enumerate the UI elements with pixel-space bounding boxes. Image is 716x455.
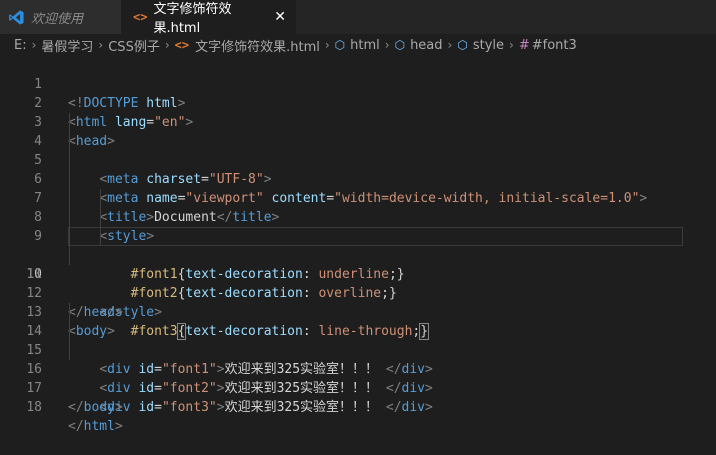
indent-guide xyxy=(69,322,70,341)
breadcrumb-node[interactable]: #font3 xyxy=(532,38,577,53)
indent-guide xyxy=(69,151,70,170)
tab-bar: 欢迎使用 <> 文字修饰符效果.html ✕ xyxy=(0,0,716,36)
code-line: 6 <title>Document</title> xyxy=(0,151,716,225)
code-line: 8 #font1{text-decoration: underline;} xyxy=(0,189,716,282)
tab-welcome[interactable]: 欢迎使用 xyxy=(0,0,121,34)
code-line: 14 <div id="font1">欢迎来到325实验室！！！ </div> xyxy=(0,303,716,377)
code-line: 18 </html> xyxy=(0,379,716,434)
indent-guide xyxy=(69,113,70,132)
symbol-cube-icon: ⬡ xyxy=(334,38,346,52)
code-line: 12 </head> xyxy=(0,265,716,320)
indent-guide xyxy=(100,227,101,246)
token: > xyxy=(216,400,225,415)
code-line: 1 <!DOCTYPE html> xyxy=(0,56,716,111)
indent-guide xyxy=(69,227,70,246)
code-line-current: 10 #font3{text-decoration: line-through;… xyxy=(0,227,716,340)
token: = xyxy=(154,400,162,415)
indent-guide xyxy=(100,208,101,227)
tab-label: 文字修饰符效果.html xyxy=(153,2,232,36)
chevron-right-icon: › xyxy=(509,38,514,52)
code-line: 3 <head> xyxy=(0,94,716,149)
html-file-icon: <> xyxy=(133,10,148,24)
current-line-highlight xyxy=(68,227,683,246)
token: </ xyxy=(385,400,402,415)
line-content: </html> xyxy=(68,417,123,436)
indent-guide xyxy=(69,132,70,151)
token: </ xyxy=(68,400,84,415)
breadcrumb-folder[interactable]: CSS例子 xyxy=(108,36,160,55)
token: > xyxy=(425,400,433,415)
code-line: 11 </style> xyxy=(0,246,716,320)
chevron-right-icon: › xyxy=(384,38,390,52)
chevron-right-icon: › xyxy=(31,38,37,52)
breadcrumb-node[interactable]: html xyxy=(350,38,380,53)
chevron-right-icon: › xyxy=(324,38,330,52)
token: > xyxy=(114,400,123,415)
token: 欢迎来到325实验室！！！ xyxy=(224,400,379,415)
chevron-right-icon: › xyxy=(98,38,104,52)
html-file-icon: <> xyxy=(174,38,190,52)
tab-label: 欢迎使用 xyxy=(31,11,84,27)
code-line: 13 <body> xyxy=(0,284,716,339)
line-number: 18 xyxy=(26,400,42,415)
token: "font3" xyxy=(161,400,217,415)
symbol-cube-icon: ⬡ xyxy=(457,38,468,52)
indent-guide xyxy=(69,303,70,322)
breadcrumb-file[interactable]: 文字修饰符效果.html xyxy=(195,36,320,55)
code-line: 4 <meta charset="UTF-8"> xyxy=(0,113,716,187)
token: body xyxy=(83,400,115,415)
token: id xyxy=(138,400,155,415)
token: div xyxy=(401,400,426,415)
indent-guide xyxy=(69,246,70,265)
tab-html-file[interactable]: <> 文字修饰符效果.html ✕ xyxy=(121,0,296,36)
token: </ xyxy=(68,419,84,434)
indent-guide xyxy=(69,208,70,227)
symbol-cube-icon: ⬡ xyxy=(394,38,406,52)
code-line: 2 <html lang="en"> xyxy=(0,75,716,130)
line-content: </body> xyxy=(68,398,123,417)
vscode-icon xyxy=(9,9,24,25)
breadcrumb-drive[interactable]: E: xyxy=(14,38,27,53)
chevron-right-icon: › xyxy=(447,38,453,52)
indent-guide xyxy=(69,170,70,189)
indent-guide xyxy=(69,189,70,208)
token: > xyxy=(114,419,123,434)
chevron-right-icon: › xyxy=(164,38,170,52)
breadcrumb-folder[interactable]: 暑假学习 xyxy=(41,36,93,55)
breadcrumb-node[interactable]: style xyxy=(473,38,504,53)
selector-symbol-icon: # xyxy=(518,37,530,53)
code-line: 9 #font2{text-decoration: overline;} xyxy=(0,208,716,301)
indent-guide xyxy=(100,189,101,208)
code-line: 5 <meta name="viewport" content="width=d… xyxy=(0,132,716,206)
close-icon[interactable]: ✕ xyxy=(274,9,286,25)
code-line: 15 <div id="font2">欢迎来到325实验室！！！ </div> xyxy=(0,322,716,396)
code-editor[interactable]: 1 <!DOCTYPE html> 2 <html lang="en"> 3 <… xyxy=(0,56,716,434)
code-line: 17 </body> xyxy=(0,360,716,415)
code-line: 16 <div id="font3">欢迎来到325实验室！！！ </div> xyxy=(0,341,716,415)
indent-guide xyxy=(69,341,70,360)
breadcrumb: E: › 暑假学习 › CSS例子 › <> 文字修饰符效果.html › ⬡ … xyxy=(0,34,716,56)
breadcrumb-node[interactable]: head xyxy=(410,38,442,53)
code-line: 7 <style> xyxy=(0,170,716,244)
token: html xyxy=(83,419,115,434)
